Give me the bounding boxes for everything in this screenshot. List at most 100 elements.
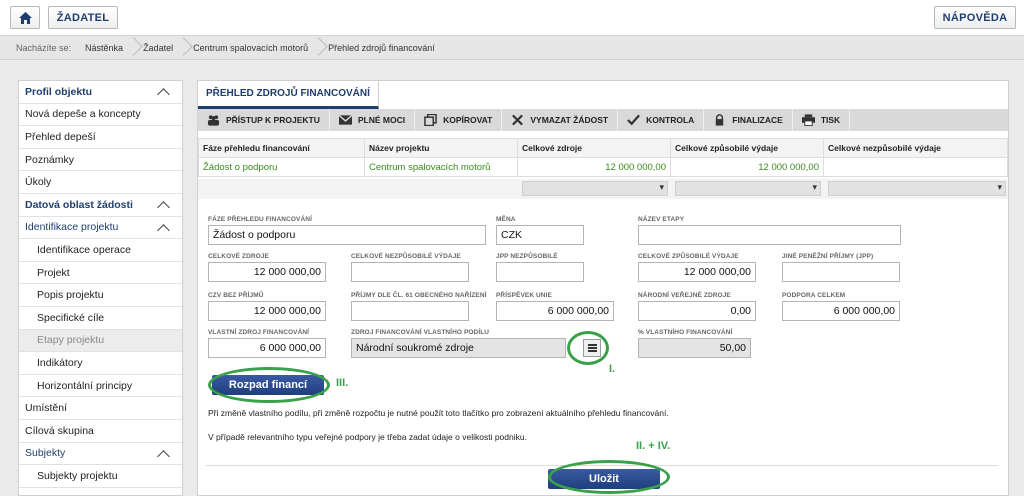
- narodni-label: NÁRODNÍ VEŘEJNÉ ZDROJE: [638, 292, 731, 299]
- sidebar-item-prehled-depesi[interactable]: Přehled depeší: [19, 126, 182, 149]
- annotation-label: I.: [609, 363, 616, 375]
- kontrola-button[interactable]: KONTROLA: [618, 109, 705, 131]
- table-cell: 12 000 000,00: [670, 157, 824, 177]
- prispevek-field[interactable]: 6 000 000,00: [496, 301, 614, 321]
- vymazat-zadost-button[interactable]: VYMAZAT ŽÁDOST: [502, 109, 619, 131]
- kopirovat-button[interactable]: KOPÍROVAT: [415, 109, 503, 131]
- column-header[interactable]: Celkové nezpůsobilé výdaje: [823, 138, 1008, 158]
- prispevek-label: PŘÍSPĚVEK UNIE: [496, 292, 552, 299]
- sidebar-item-indikatory[interactable]: Indikátory: [19, 352, 182, 375]
- filter-row: [198, 179, 1008, 199]
- chevron-up-icon[interactable]: [158, 87, 168, 97]
- sidebar: Profil objektu Nová depeše a koncepty Př…: [18, 80, 183, 496]
- jine-prijmy-field[interactable]: [782, 262, 900, 282]
- mena-label: MĚNA: [496, 216, 516, 223]
- toolbar-label: VYMAZAT ŽÁDOST: [530, 115, 609, 125]
- sidebar-item-label: Profil objektu: [25, 85, 93, 98]
- sidebar-item-ukoly[interactable]: Úkoly: [19, 171, 182, 194]
- filter-dropdown[interactable]: [522, 181, 668, 196]
- copy-icon: [424, 114, 437, 126]
- chevron-up-icon[interactable]: [158, 223, 168, 233]
- breadcrumb-item-project[interactable]: Centrum spalovacích motorů: [187, 43, 314, 53]
- nazev-etapy-field[interactable]: [638, 225, 901, 245]
- toolbar: PŘÍSTUP K PROJEKTU PLNÉ MOCI KOPÍROVAT V…: [198, 109, 1008, 131]
- vlastni-field[interactable]: 6 000 000,00: [208, 338, 326, 358]
- sidebar-section-identifikace-projektu[interactable]: Identifikace projektu: [19, 217, 182, 240]
- sidebar-item-label: Identifikace projektu: [25, 221, 119, 234]
- vlastni-label: VLASTNÍ ZDROJ FINANCOVÁNÍ: [208, 329, 310, 336]
- plne-moci-button[interactable]: PLNÉ MOCI: [330, 109, 416, 131]
- users-icon: [207, 115, 220, 126]
- czv-field[interactable]: 12 000 000,00: [208, 301, 326, 321]
- toolbar-label: PLNÉ MOCI: [357, 115, 406, 125]
- table-cell: [823, 157, 1008, 177]
- annotation-label: III.: [336, 377, 349, 389]
- jpp-nezpusobile-field[interactable]: [496, 262, 584, 282]
- annotation-ring: [548, 460, 670, 494]
- check-icon: [627, 114, 641, 126]
- chevron-up-icon[interactable]: [158, 200, 168, 210]
- filter-dropdown[interactable]: [828, 181, 1006, 196]
- toolbar-label: FINALIZACE: [732, 115, 783, 125]
- home-button[interactable]: [10, 6, 40, 29]
- sidebar-item-cilova-skupina[interactable]: Cílová skupina: [19, 420, 182, 443]
- column-header[interactable]: Název projektu: [364, 138, 518, 158]
- sidebar-item-umisteni[interactable]: Umístění: [19, 397, 182, 420]
- celkove-nezpusobile-field[interactable]: [351, 262, 469, 282]
- breadcrumb-prefix: Nacházíte se:: [16, 42, 72, 53]
- faze-field[interactable]: Žádost o podporu: [208, 225, 486, 245]
- breadcrumb-separator: [129, 36, 137, 60]
- sidebar-section-subjekty[interactable]: Subjekty: [19, 443, 182, 466]
- breadcrumb-separator: [179, 36, 187, 60]
- table-cell: Centrum spalovacích motorů: [364, 157, 518, 177]
- sidebar-item-specificke-cile[interactable]: Specifické cíle: [19, 307, 182, 330]
- zdroj-vp-field[interactable]: Národní soukromé zdroje: [351, 338, 566, 358]
- sidebar-item-projekt[interactable]: Projekt: [19, 262, 182, 285]
- main-panel: PŘEHLED ZDROJŮ FINANCOVÁNÍ PŘÍSTUP K PRO…: [197, 80, 1009, 496]
- annotation-ring: [567, 331, 609, 365]
- sidebar-item-popis-projektu[interactable]: Popis projektu: [19, 284, 182, 307]
- zadatel-button[interactable]: ŽADATEL: [48, 6, 118, 29]
- column-header[interactable]: Celkové způsobilé výdaje: [670, 138, 824, 158]
- annotation-ring: [208, 367, 330, 403]
- tab-prehled-zdroju[interactable]: PŘEHLED ZDROJŮ FINANCOVÁNÍ: [198, 81, 379, 109]
- narodni-field[interactable]: 0,00: [638, 301, 756, 321]
- prijmy61-field[interactable]: [351, 301, 469, 321]
- breadcrumb: Nacházíte se: Nástěnka Žadatel Centrum s…: [0, 36, 1024, 60]
- breadcrumb-item-nastenka[interactable]: Nástěnka: [77, 43, 129, 53]
- annotation-label: II. + IV.: [636, 440, 671, 452]
- zdroj-vp-label: ZDROJ FINANCOVÁNÍ VLASTNÍHO PODÍLU: [351, 329, 490, 336]
- mena-field[interactable]: CZK: [496, 225, 584, 245]
- breadcrumb-separator: [314, 36, 322, 60]
- sidebar-item-horizontalni-principy[interactable]: Horizontální principy: [19, 375, 182, 398]
- sidebar-item-etapy-projektu[interactable]: Etapy projektu: [19, 329, 182, 353]
- filter-dropdown[interactable]: [675, 181, 821, 196]
- celkove-zpusobile-field[interactable]: 12 000 000,00: [638, 262, 756, 282]
- sidebar-item-label: Subjekty: [25, 447, 66, 460]
- tisk-button[interactable]: TISK: [793, 109, 851, 131]
- pristup-k-projektu-button[interactable]: PŘÍSTUP K PROJEKTU: [198, 109, 330, 131]
- napoveda-button[interactable]: NÁPOVĚDA: [934, 6, 1016, 29]
- sidebar-item-nova-depese[interactable]: Nová depeše a koncepty: [19, 104, 182, 127]
- column-header[interactable]: Fáze přehledu financování: [198, 138, 365, 158]
- column-header[interactable]: Celkové zdroje: [517, 138, 671, 158]
- sidebar-item-poznamky[interactable]: Poznámky: [19, 149, 182, 172]
- table-header-row: Fáze přehledu financování Název projektu…: [198, 138, 1008, 158]
- chevron-up-icon[interactable]: [158, 449, 168, 459]
- podpora-field[interactable]: 6 000 000,00: [782, 301, 900, 321]
- sidebar-item-subjekty-projektu[interactable]: Subjekty projektu: [19, 465, 182, 488]
- pct-label: % VLASTNÍHO FINANCOVÁNÍ: [638, 329, 733, 336]
- breadcrumb-item-current: Přehled zdrojů financování: [328, 42, 435, 53]
- finalizace-button[interactable]: FINALIZACE: [704, 109, 793, 131]
- sidebar-section-datova-oblast[interactable]: Datová oblast žádosti: [19, 194, 182, 217]
- celkove-zdroje-field[interactable]: 12 000 000,00: [208, 262, 326, 282]
- nazev-etapy-label: NÁZEV ETAPY: [638, 216, 685, 223]
- table-row[interactable]: Žádost o podporu Centrum spalovacích mot…: [198, 157, 1008, 177]
- sidebar-item-identifikace-operace[interactable]: Identifikace operace: [19, 239, 182, 262]
- breadcrumb-item-zadatel[interactable]: Žadatel: [137, 43, 179, 53]
- celkove-nezpusobile-label: CELKOVÉ NEZPŮSOBILÉ VÝDAJE: [351, 253, 461, 260]
- note-text: V případě relevantního typu veřejné podp…: [208, 432, 527, 442]
- faze-label: FÁZE PŘEHLEDU FINANCOVÁNÍ: [208, 216, 312, 223]
- sidebar-section-profil-objektu[interactable]: Profil objektu: [19, 81, 182, 104]
- printer-icon: [801, 114, 815, 126]
